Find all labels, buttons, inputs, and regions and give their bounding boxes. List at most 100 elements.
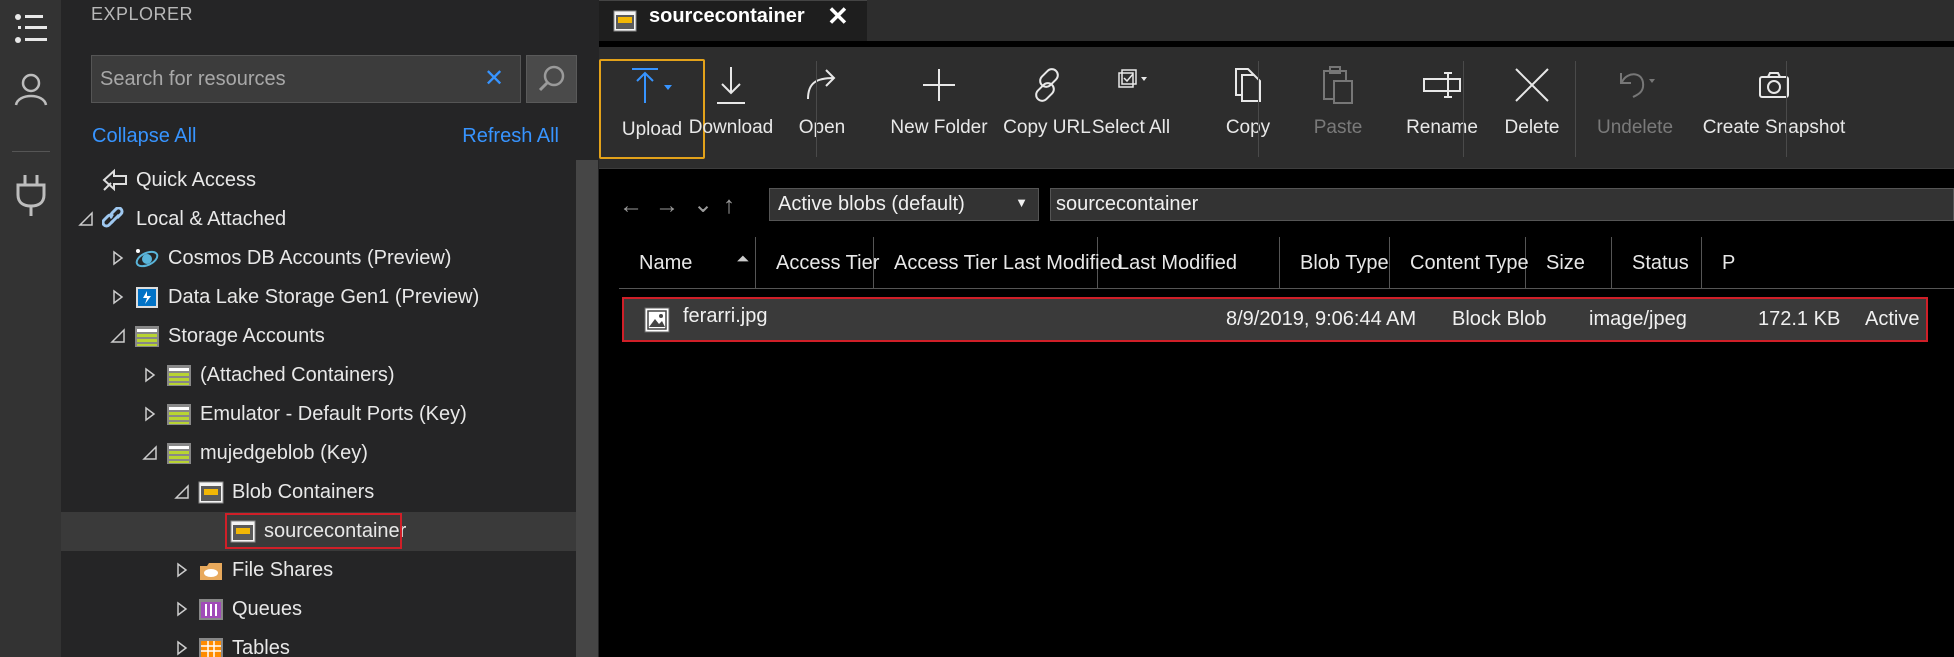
back-arrow-icon[interactable]: ← bbox=[619, 192, 643, 220]
queues-icon bbox=[198, 597, 224, 622]
tree-item-label: Data Lake Storage Gen1 (Preview) bbox=[168, 286, 480, 308]
tree-item[interactable]: Blob Containers bbox=[61, 473, 576, 512]
tree-item[interactable]: Local & Attached bbox=[61, 200, 576, 239]
plug-icon[interactable] bbox=[10, 174, 52, 216]
activity-separator bbox=[12, 151, 50, 152]
refresh-all-link[interactable]: Refresh All bbox=[462, 125, 559, 148]
column-header-size[interactable]: Size bbox=[1526, 237, 1612, 289]
tree-scrollbar[interactable] bbox=[576, 160, 598, 657]
undelete-button[interactable]: Undelete bbox=[1581, 59, 1689, 159]
tree-item[interactable]: Cosmos DB Accounts (Preview) bbox=[61, 239, 576, 278]
up-arrow-icon[interactable]: ↑ bbox=[723, 192, 735, 220]
toolbar-separator bbox=[1786, 61, 1787, 157]
account-icon[interactable] bbox=[10, 68, 52, 110]
toolbar: Upload Download Open New Folder Copy URL Sele… bbox=[599, 47, 1954, 169]
link-icon bbox=[101, 206, 128, 232]
collapsed-triangle-icon[interactable] bbox=[174, 562, 190, 578]
grid-header: Name ⏶ Access Tier Access Tier Last Modi… bbox=[619, 237, 1954, 289]
tree-item[interactable]: Emulator - Default Ports (Key) bbox=[61, 395, 576, 434]
toolbar-button-label: Delete bbox=[1504, 117, 1560, 138]
explorer-panel: EXPLORER ✕ Collapse All Refresh All Quic… bbox=[61, 0, 599, 657]
tab-bar: sourcecontainer ✕ bbox=[599, 0, 1954, 41]
storage-account-icon bbox=[166, 441, 192, 466]
path-input[interactable]: sourcecontainer bbox=[1050, 188, 1954, 221]
column-header-status[interactable]: Status bbox=[1612, 237, 1702, 289]
tree-item-label: (Attached Containers) bbox=[200, 364, 395, 386]
table-row[interactable]: ferarri.jpg 8/9/2019, 9:06:44 AM Block B… bbox=[622, 297, 1928, 342]
toolbar-button-label: Create Snapshot bbox=[1702, 117, 1846, 138]
search-button[interactable] bbox=[526, 55, 577, 103]
download-button[interactable]: Download bbox=[681, 59, 781, 159]
tree-item[interactable]: mujedgeblob (Key) bbox=[61, 434, 576, 473]
storage-account-icon bbox=[166, 363, 192, 388]
cosmos-db-icon bbox=[134, 246, 160, 271]
toolbar-button-label: Copy URL bbox=[1003, 117, 1091, 138]
tree-item[interactable]: sourcecontainer bbox=[61, 512, 576, 551]
view-select-value: Active blobs (default) bbox=[778, 193, 965, 215]
blob-container-icon bbox=[613, 10, 637, 32]
copy-button[interactable]: Copy bbox=[1199, 59, 1297, 159]
column-header-content-type[interactable]: Content Type bbox=[1390, 237, 1529, 289]
select-all-icon bbox=[1109, 59, 1153, 111]
view-select[interactable]: Active blobs (default) ▼ bbox=[769, 188, 1039, 221]
delete-icon bbox=[1510, 59, 1554, 111]
paste-button[interactable]: Paste bbox=[1297, 59, 1379, 159]
explorer-list-icon[interactable] bbox=[10, 8, 52, 50]
collapsed-triangle-icon[interactable] bbox=[174, 640, 190, 656]
column-header-blob-type[interactable]: Blob Type bbox=[1280, 237, 1390, 289]
select-all-button[interactable]: Select All bbox=[1083, 59, 1179, 159]
column-header-access-tier-last-modified[interactable]: Access Tier Last Modified bbox=[874, 237, 1122, 289]
path-value: sourcecontainer bbox=[1056, 193, 1199, 215]
new-folder-button[interactable]: New Folder bbox=[883, 59, 995, 159]
cell-status: Active bbox=[1865, 308, 1920, 330]
tree-item[interactable]: (Attached Containers) bbox=[61, 356, 576, 395]
rename-button[interactable]: Rename bbox=[1382, 59, 1502, 159]
column-header-access-tier[interactable]: Access Tier bbox=[756, 237, 879, 289]
expanded-triangle-icon[interactable] bbox=[110, 328, 126, 344]
tab-sourcecontainer[interactable]: sourcecontainer ✕ bbox=[599, 0, 867, 41]
delete-button[interactable]: Delete bbox=[1489, 59, 1575, 159]
tree-item-label: Tables bbox=[232, 637, 290, 657]
sort-ascending-icon: ⏶ bbox=[736, 251, 749, 268]
download-icon bbox=[711, 59, 751, 111]
quick-access-icon bbox=[102, 168, 128, 193]
create-snapshot-button[interactable]: Create Snapshot bbox=[1697, 59, 1851, 159]
collapsed-triangle-icon[interactable] bbox=[142, 367, 158, 383]
data-lake-icon bbox=[134, 285, 160, 310]
collapsed-triangle-icon[interactable] bbox=[110, 289, 126, 305]
cell-name: ferarri.jpg bbox=[683, 305, 768, 327]
chevron-down-icon[interactable]: ⌄ bbox=[693, 190, 713, 219]
column-header-name[interactable]: Name ⏶ bbox=[619, 237, 756, 289]
column-header-more[interactable]: P bbox=[1702, 237, 1762, 289]
toolbar-button-label: Paste bbox=[1313, 117, 1363, 138]
collapsed-triangle-icon[interactable] bbox=[174, 601, 190, 617]
tree-item-label: Local & Attached bbox=[136, 208, 287, 230]
open-button[interactable]: Open bbox=[779, 59, 865, 159]
snapshot-icon bbox=[1752, 59, 1796, 111]
activity-bar bbox=[0, 0, 61, 657]
expanded-triangle-icon[interactable] bbox=[78, 211, 94, 227]
collapsed-triangle-icon[interactable] bbox=[110, 250, 126, 266]
tree-item[interactable]: Data Lake Storage Gen1 (Preview) bbox=[61, 278, 576, 317]
tree-item[interactable]: Queues bbox=[61, 590, 576, 629]
clear-search-icon[interactable]: ✕ bbox=[484, 64, 504, 93]
tree-item[interactable]: Tables bbox=[61, 629, 576, 657]
copy-url-icon bbox=[1025, 59, 1069, 111]
toolbar-separator bbox=[1463, 61, 1464, 157]
forward-arrow-icon[interactable]: → bbox=[655, 192, 679, 220]
tree-item[interactable]: File Shares bbox=[61, 551, 576, 590]
search-input[interactable] bbox=[92, 56, 462, 102]
collapsed-triangle-icon[interactable] bbox=[142, 406, 158, 422]
tree-item-label: mujedgeblob (Key) bbox=[200, 442, 368, 464]
tree-item[interactable]: Storage Accounts bbox=[61, 317, 576, 356]
expanded-triangle-icon[interactable] bbox=[142, 445, 158, 461]
collapse-all-link[interactable]: Collapse All bbox=[92, 125, 197, 148]
expanded-triangle-icon[interactable] bbox=[174, 484, 190, 500]
upload-icon bbox=[626, 61, 678, 113]
tab-label: sourcecontainer bbox=[649, 5, 805, 27]
close-icon[interactable]: ✕ bbox=[827, 1, 849, 32]
explorer-title: EXPLORER bbox=[91, 4, 194, 24]
column-header-last-modified[interactable]: Last Modified bbox=[1098, 237, 1280, 289]
tree-item[interactable]: Quick Access bbox=[61, 161, 576, 200]
image-file-icon bbox=[644, 307, 670, 333]
